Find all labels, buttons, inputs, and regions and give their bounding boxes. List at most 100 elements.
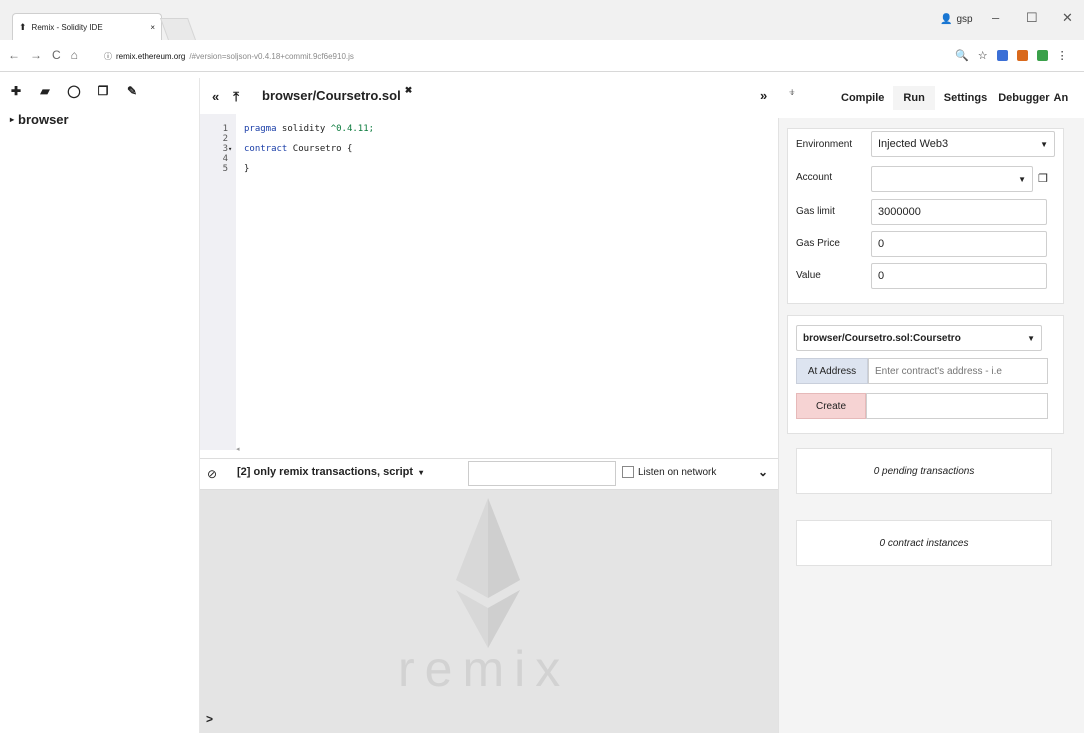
folder-label: browser	[18, 112, 69, 127]
transaction-filter-label: [2] only remix transactions, script	[237, 466, 414, 478]
remix-favicon-icon: ⬆	[19, 21, 27, 32]
editor-left-controls: « ⤒	[212, 89, 239, 105]
transaction-filter-dropdown[interactable]: [2] only remix transactions, script ▾	[237, 466, 423, 478]
fold-toggle-icon[interactable]: ▾	[228, 144, 232, 154]
connect-icon[interactable]: ✎	[126, 84, 138, 98]
maximize-button[interactable]: ☐	[1026, 10, 1038, 26]
user-icon: 👤	[940, 14, 953, 25]
extension-green-icon[interactable]	[1036, 50, 1048, 61]
code-line[interactable]: contract Coursetro {	[244, 144, 352, 154]
file-explorer	[0, 78, 200, 733]
code-editor[interactable]	[236, 114, 774, 450]
value-input[interactable]: 0	[871, 263, 1047, 289]
open-folder-icon[interactable]: ▰	[39, 84, 51, 98]
tab-compile[interactable]: Compile	[832, 92, 893, 104]
code-token: contract	[244, 144, 288, 154]
value-label: Value	[796, 270, 821, 281]
listen-label: Listen on network	[638, 466, 717, 478]
url-path: /#version=soljson-v0.4.18+commit.9cf6e91…	[189, 52, 354, 61]
tab-analysis[interactable]: An	[1052, 92, 1071, 104]
zoom-icon[interactable]: 🔍	[955, 49, 969, 62]
github-icon[interactable]: ◯	[67, 84, 80, 98]
close-tab-icon[interactable]: ×	[150, 23, 155, 32]
nav-buttons: ← → C ⌂	[8, 48, 78, 62]
address-bar[interactable]: ⓘ remix.ethereum.org/#version=soljson-v0…	[104, 47, 974, 66]
code-line[interactable]: }	[244, 164, 249, 174]
menu-icon[interactable]: ⋮	[1057, 49, 1068, 62]
double-chevron-right-icon[interactable]: »	[760, 88, 767, 103]
code-token: solidity	[276, 124, 331, 134]
line-number: 4	[222, 154, 228, 164]
dropdown-arrow-icon: ▼	[1027, 333, 1035, 343]
environment-label: Environment	[796, 139, 853, 150]
browser-tab-title: Remix - Solidity IDE	[31, 22, 103, 32]
dropdown-arrow-icon: ▼	[1018, 174, 1026, 184]
account-label: Account	[796, 172, 833, 183]
window-user-name: gsp	[956, 14, 973, 25]
contract-select-value: browser/Coursetro.sol:Coursetro	[803, 332, 961, 344]
gas-limit-input[interactable]: 3000000	[871, 199, 1047, 225]
right-tabs: Compile Run Settings Debugger An	[832, 86, 1070, 110]
code-token: ^0.4.11;	[330, 124, 375, 134]
close-window-button[interactable]: ✕	[1062, 10, 1073, 26]
code-line[interactable]: pragma solidity ^0.4.11;	[244, 124, 374, 134]
line-number: 1	[222, 124, 228, 134]
tab-debugger[interactable]: Debugger	[996, 92, 1051, 104]
gas-price-label: Gas Price	[796, 238, 840, 249]
copy-address-icon[interactable]: ❐	[1038, 172, 1048, 185]
create-button[interactable]: Create	[796, 393, 866, 419]
copy-icon[interactable]: ❐	[97, 84, 109, 98]
constructor-args-input[interactable]	[866, 393, 1048, 419]
line-number: 2	[222, 134, 228, 144]
browser-tab[interactable]: ⬆ Remix - Solidity IDE ×	[12, 13, 162, 40]
minimize-button[interactable]: –	[992, 10, 999, 25]
terminal-prompt[interactable]: >	[206, 712, 213, 726]
clear-console-icon[interactable]: ⊘	[207, 467, 217, 481]
back-icon[interactable]: ←	[8, 48, 20, 62]
checkbox-icon[interactable]	[622, 466, 634, 478]
home-icon[interactable]: ⌂	[71, 48, 78, 62]
forward-icon[interactable]: →	[30, 48, 42, 62]
metamask-icon[interactable]	[1016, 50, 1028, 61]
explorer-toolbar: ✚ ▰ ◯ ❐ ✎	[10, 84, 138, 98]
line-number: 5	[222, 164, 228, 174]
file-tab-label: browser/Coursetro.sol	[262, 88, 401, 103]
code-token: pragma	[244, 124, 277, 134]
dropdown-arrow-icon: ▾	[419, 467, 424, 477]
dropdown-arrow-icon: ▼	[1040, 139, 1048, 149]
star-icon[interactable]: ☆	[978, 49, 988, 62]
new-file-icon[interactable]: ✚	[10, 84, 22, 98]
pin-icon[interactable]: ⍖	[788, 84, 796, 100]
pending-transactions: 0 pending transactions	[796, 448, 1052, 494]
at-address-button[interactable]: At Address	[796, 358, 868, 384]
environment-select[interactable]: Injected Web3 ▼	[871, 131, 1055, 157]
caret-right-icon: ▸	[10, 115, 15, 124]
upload-icon[interactable]: ⤒	[233, 89, 239, 105]
ethereum-logo-icon	[456, 498, 520, 648]
code-token: }	[244, 164, 250, 174]
code-token: Coursetro {	[287, 144, 353, 154]
url-host: remix.ethereum.org	[116, 52, 186, 61]
account-select[interactable]: ▼	[871, 166, 1033, 192]
folder-browser[interactable]: ▸ browser	[10, 112, 69, 127]
gas-limit-label: Gas limit	[796, 206, 835, 217]
close-file-icon[interactable]: ✖	[405, 85, 413, 103]
listen-network-checkbox[interactable]: Listen on network	[622, 466, 716, 478]
contract-select[interactable]: browser/Coursetro.sol:Coursetro ▼	[796, 325, 1042, 351]
double-chevron-left-icon[interactable]: «	[212, 89, 219, 105]
editor-file-tab[interactable]: browser/Coursetro.sol ✖	[262, 85, 413, 103]
collapse-terminal-icon[interactable]: ⌄	[758, 465, 768, 479]
extension-icon[interactable]	[996, 50, 1008, 61]
tab-settings[interactable]: Settings	[935, 92, 996, 104]
info-icon[interactable]: ⓘ	[104, 51, 112, 62]
contract-address-input[interactable]	[868, 358, 1048, 384]
terminal-search-input[interactable]	[468, 461, 616, 486]
contract-instances: 0 contract instances	[796, 520, 1052, 566]
remix-watermark: remix	[398, 641, 571, 697]
window-user[interactable]: 👤 gsp	[940, 14, 973, 25]
gas-price-input[interactable]: 0	[871, 231, 1047, 257]
tab-run[interactable]: Run	[893, 86, 935, 110]
extension-bar: 🔍 ☆ ⋮	[955, 49, 1068, 62]
editor-scrollbar[interactable]: ◂	[236, 445, 774, 454]
reload-icon[interactable]: C	[52, 48, 61, 62]
